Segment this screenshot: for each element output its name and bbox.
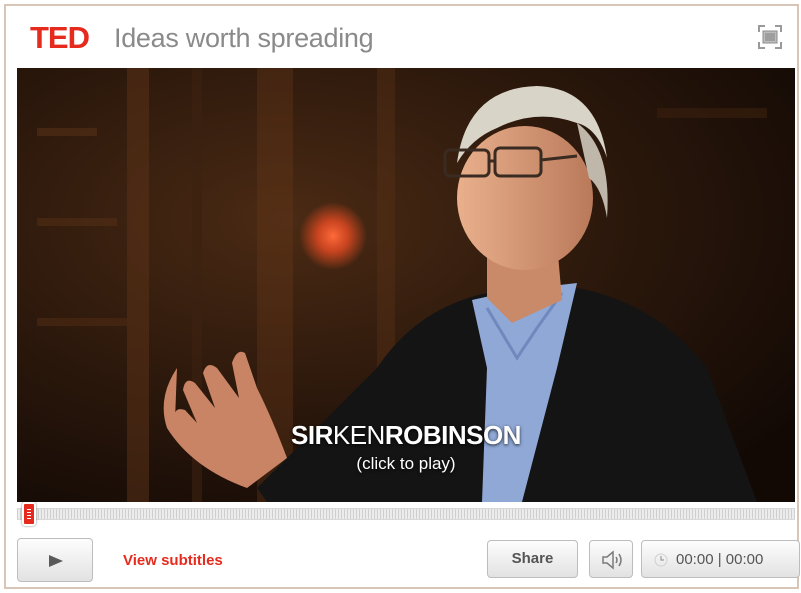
share-button[interactable]: Share bbox=[487, 540, 578, 578]
view-subtitles-link[interactable]: View subtitles bbox=[123, 552, 223, 569]
fullscreen-button[interactable] bbox=[757, 24, 783, 50]
player-header: TED Ideas worth spreading bbox=[6, 6, 797, 68]
speaker-volume-icon bbox=[602, 550, 622, 570]
speaker-name: SIRKENROBINSON bbox=[17, 420, 795, 451]
speaker-name-first: KEN bbox=[332, 420, 385, 450]
time-readout: 00:00 | 00:00 bbox=[676, 551, 764, 568]
speaker-name-last: ROBINSON bbox=[384, 420, 522, 450]
player-controls: View subtitles Share 00:00 | 00:00 bbox=[6, 528, 800, 588]
time-display: 00:00 | 00:00 bbox=[641, 540, 800, 578]
ted-logo[interactable]: TED bbox=[30, 22, 90, 53]
video-poster[interactable]: SIRKENROBINSON (click to play) bbox=[17, 68, 795, 502]
fullscreen-icon bbox=[758, 25, 782, 49]
volume-button[interactable] bbox=[589, 540, 633, 578]
play-icon bbox=[49, 555, 63, 567]
tagline: Ideas worth spreading bbox=[114, 23, 374, 53]
play-button[interactable] bbox=[17, 538, 93, 582]
progress-handle[interactable] bbox=[22, 502, 36, 526]
speaker-name-title: SIR bbox=[291, 420, 333, 450]
clock-icon bbox=[654, 553, 668, 567]
click-to-play-hint: (click to play) bbox=[356, 454, 456, 473]
progress-bar[interactable] bbox=[17, 508, 795, 520]
video-player: TED Ideas worth spreading SIRKENROBINSON… bbox=[4, 4, 800, 589]
